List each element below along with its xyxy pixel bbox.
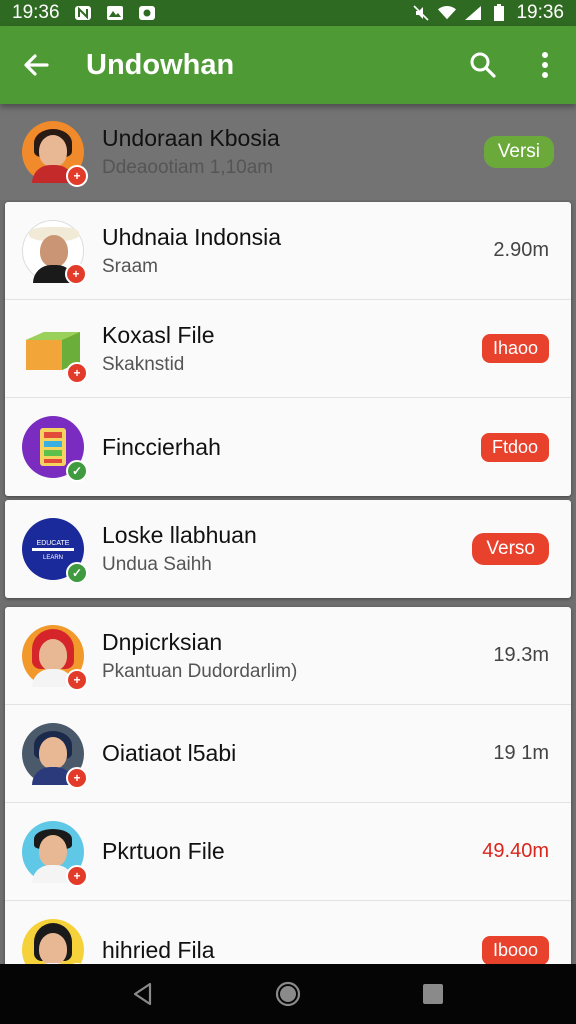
verified-badge-icon: ✓ bbox=[66, 460, 88, 482]
logo-icon: EDUCATE LEARN ✓ bbox=[22, 518, 88, 584]
avatar: + bbox=[22, 624, 88, 691]
status-badge[interactable]: Ibooo bbox=[481, 935, 549, 964]
status-bar: 19:36 19:36 bbox=[0, 0, 576, 26]
more-vert-icon bbox=[542, 52, 548, 78]
avatar: + bbox=[22, 121, 88, 187]
list-item[interactable]: ✓ Finccierhah Ftdoo bbox=[5, 398, 571, 496]
item-name: Koxasl File bbox=[102, 321, 215, 348]
status-badge[interactable]: Verso bbox=[472, 533, 549, 565]
item-subtitle: Pkantuan Dudordarlim) bbox=[102, 660, 298, 682]
navigation-bar bbox=[0, 964, 576, 1024]
header-list-item[interactable]: + Undoraan Kbosia Ddeaootiam 1,10am Vers… bbox=[0, 104, 576, 200]
list-item[interactable]: + Pkrtuon File 49.40m bbox=[5, 803, 571, 901]
mute-icon bbox=[412, 5, 430, 21]
error-badge-icon: + bbox=[65, 262, 87, 285]
nav-back-button[interactable] bbox=[113, 964, 173, 1024]
back-button[interactable] bbox=[0, 26, 72, 104]
item-size: 2.90m bbox=[493, 239, 549, 261]
nav-home-icon bbox=[275, 981, 301, 1007]
item-name: Finccierhah bbox=[102, 433, 221, 460]
status-badge[interactable]: Versi bbox=[483, 136, 554, 168]
item-size: 19.3m bbox=[493, 644, 549, 666]
error-badge-icon: + bbox=[66, 668, 88, 691]
item-name: Dnpicrksian bbox=[102, 628, 223, 655]
list-item[interactable]: + hihried Fila Ibooo bbox=[5, 901, 571, 964]
list-item[interactable]: + Dnpicrksian Pkantuan Dudordarlim) 19.3… bbox=[5, 607, 571, 705]
error-badge-icon: + bbox=[66, 766, 88, 789]
avatar: + bbox=[22, 820, 88, 887]
folder-icon: + bbox=[22, 318, 88, 384]
app-icon bbox=[138, 5, 156, 21]
status-time-right: 19:36 bbox=[516, 2, 564, 23]
item-name: Oiatiaot l5abi bbox=[102, 740, 237, 766]
abacus-icon: ✓ bbox=[22, 416, 88, 482]
status-time-left: 19:36 bbox=[12, 2, 60, 23]
avatar: + bbox=[22, 722, 88, 789]
error-badge-icon: + bbox=[66, 361, 88, 384]
status-badge[interactable]: Ihaoo bbox=[481, 334, 549, 363]
app-bar: Undowhan bbox=[0, 26, 576, 104]
list-card: + Uhdnaia Indonsia Sraam 2.90m + Koxasl … bbox=[5, 202, 571, 496]
svg-text:LEARN: LEARN bbox=[43, 555, 63, 561]
item-name: Pkrtuon File bbox=[102, 838, 225, 864]
nav-back-icon bbox=[133, 982, 151, 1006]
arrow-left-icon bbox=[24, 54, 49, 76]
error-badge-icon: + bbox=[66, 165, 88, 187]
nav-recents-icon bbox=[423, 984, 444, 1004]
item-name: hihried Fila bbox=[102, 936, 215, 963]
item-name: Undoraan Kbosia bbox=[102, 125, 280, 151]
item-name: Loske llabhuan bbox=[102, 522, 257, 548]
item-subtitle: Undua Saihh bbox=[102, 554, 212, 575]
gallery-icon bbox=[106, 5, 124, 21]
list-card: + Dnpicrksian Pkantuan Dudordarlim) 19.3… bbox=[5, 607, 571, 964]
item-name: Uhdnaia Indonsia bbox=[102, 223, 282, 250]
item-subtitle: Sraam bbox=[102, 255, 158, 277]
list-card: EDUCATE LEARN ✓ Loske llabhuan Undua Saih… bbox=[5, 500, 571, 598]
item-subtitle: Skaknstid bbox=[102, 353, 185, 375]
avatar: + bbox=[22, 919, 88, 964]
item-size: 49.40m bbox=[482, 840, 549, 862]
nav-home-button[interactable] bbox=[258, 964, 318, 1024]
battery-icon bbox=[490, 4, 508, 21]
status-badge[interactable]: Ftdoo bbox=[480, 432, 549, 462]
list-item[interactable]: + Koxasl File Skaknstid Ihaoo bbox=[5, 300, 571, 398]
svg-text:EDUCATE: EDUCATE bbox=[37, 540, 70, 547]
signal-icon bbox=[464, 5, 482, 21]
item-size: 19 1m bbox=[493, 742, 549, 764]
search-icon bbox=[470, 52, 496, 78]
item-subtitle: Ddeaootiam 1,10am bbox=[102, 157, 274, 178]
search-button[interactable] bbox=[452, 26, 514, 104]
list-item[interactable]: + Oiatiaot l5abi 19 1m bbox=[5, 705, 571, 803]
avatar: + bbox=[22, 219, 87, 285]
more-options-button[interactable] bbox=[514, 26, 576, 104]
page-title: Undowhan bbox=[86, 48, 235, 81]
nav-recents-button[interactable] bbox=[403, 964, 463, 1024]
n-icon bbox=[74, 5, 92, 21]
list-item[interactable]: + Uhdnaia Indonsia Sraam 2.90m bbox=[5, 202, 571, 300]
list-item[interactable]: EDUCATE LEARN ✓ Loske llabhuan Undua Saih… bbox=[5, 500, 571, 598]
verified-badge-icon: ✓ bbox=[66, 562, 88, 584]
error-badge-icon: + bbox=[66, 864, 88, 887]
wifi-icon bbox=[438, 5, 457, 21]
